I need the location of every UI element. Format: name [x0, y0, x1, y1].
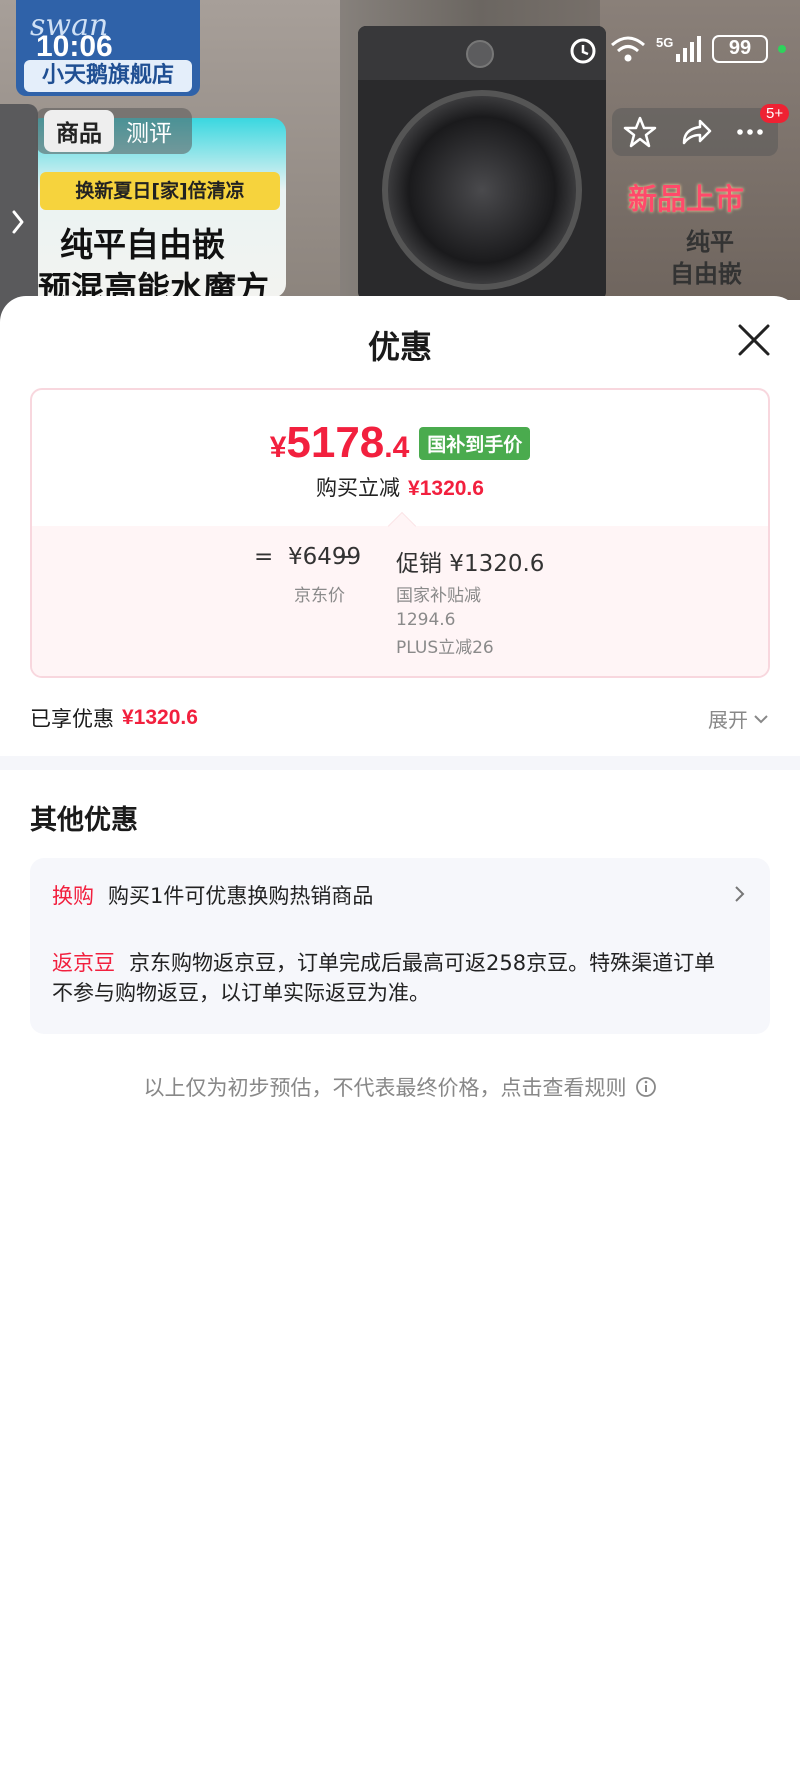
- washer-door: [382, 90, 582, 290]
- price-decimal: .4: [384, 431, 410, 464]
- deco-flat: 纯平: [686, 228, 734, 256]
- product-nav-tabs: 商品 测评: [36, 108, 192, 154]
- gov-subsidy-tag: 国补到手价: [419, 427, 531, 460]
- alarm-icon: [570, 38, 596, 64]
- formula-minus: −: [336, 544, 356, 570]
- reduce-label: 购买立减: [316, 476, 401, 500]
- trade-in-tag: 换购: [52, 884, 94, 908]
- discount-sheet: 优惠 ¥5178.4 国补到手价 购买立减 ¥1320.6 = ¥6499 − 促…: [0, 296, 800, 1768]
- promo-line-1: 纯平自由嵌: [60, 225, 225, 264]
- jd-beans-tag: 返京豆: [52, 951, 115, 975]
- battery-indicator: 99: [712, 35, 768, 63]
- top-right-actions: [612, 108, 778, 156]
- other-discounts-box: 换购 购买1件可优惠换购热销商品 返京豆 京东购物返京豆，订单完成后最高可返258京…: [30, 858, 770, 1034]
- gov-subsidy-amount: 1294.6: [396, 610, 456, 630]
- jd-beans-text: 京东购物返京豆，订单完成后最高可返258京豆。特殊渠道订单不参与购物返豆，以订单…: [52, 951, 716, 1005]
- tab-review[interactable]: 测评: [114, 110, 184, 152]
- enjoyed-label: 已享优惠: [30, 707, 114, 731]
- plus-discount: PLUS立减26: [396, 638, 494, 658]
- final-price-line: ¥5178.4 国补到手价: [32, 418, 768, 468]
- section-divider: [0, 756, 800, 770]
- promo-strip: 换新夏日[家]倍清凉: [40, 172, 280, 210]
- star-icon[interactable]: [623, 115, 657, 149]
- trade-in-text: 购买1件可优惠换购热销商品: [108, 884, 374, 908]
- privacy-dot: [778, 45, 786, 53]
- formula-equals: =: [254, 544, 274, 570]
- status-icons: 5G 99: [566, 34, 786, 64]
- washer-image: [358, 26, 606, 300]
- tab-product[interactable]: 商品: [44, 110, 114, 152]
- enjoyed-discount-row: 已享优惠 ¥1320.6 展开: [30, 700, 770, 736]
- reduce-amount: ¥1320.6: [408, 477, 484, 500]
- deco-built-in: 自由嵌: [670, 260, 742, 288]
- status-time: 10:06: [36, 30, 113, 63]
- jd-price-label: 京东价: [294, 586, 345, 606]
- deco-new-product: 新品上市: [628, 182, 745, 216]
- price-currency: ¥: [269, 431, 287, 464]
- chevron-right-icon[interactable]: [730, 882, 748, 906]
- chevron-down-icon: [754, 714, 768, 723]
- washer-knob: [466, 40, 494, 68]
- info-icon: [635, 1077, 656, 1097]
- rules-footnote[interactable]: 以上仅为初步预估，不代表最终价格，点击查看规则: [0, 1072, 800, 1102]
- trade-in-row[interactable]: 换购 购买1件可优惠换购热销商品: [52, 880, 752, 910]
- message-badge: 5+: [760, 104, 790, 123]
- final-price-section: ¥5178.4 国补到手价 购买立减 ¥1320.6: [32, 390, 768, 526]
- final-price: ¥5178.4: [270, 418, 410, 468]
- price-formula-section: = ¥6499 − 促销 ¥1320.6 京东价 国家补贴减 1294.6 PL…: [32, 511, 768, 676]
- svg-text:5G: 5G: [656, 35, 673, 50]
- close-icon[interactable]: [732, 318, 776, 362]
- jd-beans-row: 返京豆 京东购物返京豆，订单完成后最高可返258京豆。特殊渠道订单不参与购物返豆，…: [52, 948, 722, 1008]
- expand-button[interactable]: 展开: [708, 704, 770, 733]
- sheet-title: 优惠: [367, 328, 432, 366]
- store-name[interactable]: 小天鹅旗舰店: [24, 60, 192, 92]
- purchase-reduction: 购买立减 ¥1320.6: [32, 472, 768, 502]
- enjoyed-amount: ¥1320.6: [122, 706, 198, 729]
- promo-line-2: 预混高能水魔方: [38, 269, 269, 300]
- signal-5g-icon: 5G: [656, 35, 701, 62]
- other-discounts-title: 其他优惠: [30, 805, 138, 836]
- wifi-icon: [611, 36, 645, 62]
- share-icon[interactable]: [678, 115, 712, 149]
- expand-label: 展开: [708, 708, 748, 732]
- price-integer: 5178: [286, 418, 385, 467]
- gov-subsidy-label: 国家补贴减: [396, 586, 481, 606]
- footnote-text: 以上仅为初步预估，不代表最终价格，点击查看规则: [143, 1076, 627, 1100]
- price-breakdown-card: ¥5178.4 国补到手价 购买立减 ¥1320.6 = ¥6499 − 促销 ¥…: [30, 388, 770, 678]
- promo-amount: 促销 ¥1320.6: [396, 551, 545, 577]
